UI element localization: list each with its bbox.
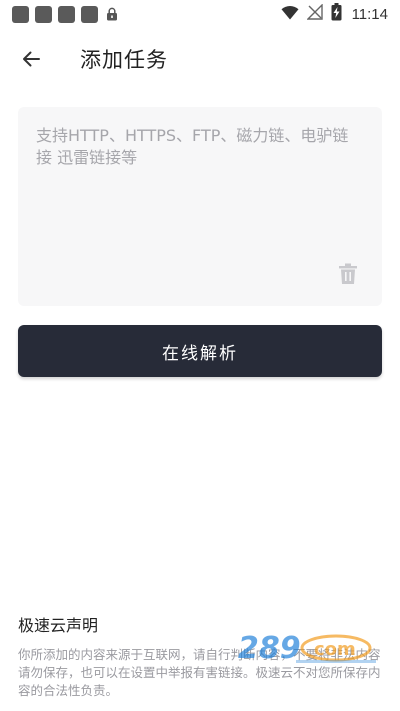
status-time: 11:14 xyxy=(351,5,388,23)
status-system-icons: 11:14 xyxy=(281,3,388,25)
page-title: 添加任务 xyxy=(80,48,168,72)
status-bar: 11:14 xyxy=(0,0,400,28)
notification-icon xyxy=(35,5,52,23)
status-notifications xyxy=(12,5,118,23)
battery-charging-icon xyxy=(331,3,342,25)
app-bar: 添加任务 xyxy=(0,40,400,76)
disclaimer: 极速云声明 你所添加的内容来源于互联网，请自行判断内容，不要将非法内容请勿保存，… xyxy=(18,612,382,700)
url-input[interactable] xyxy=(18,107,382,257)
notification-icon xyxy=(12,5,29,23)
url-input-card xyxy=(18,107,382,306)
back-button[interactable] xyxy=(18,46,44,72)
notification-icon xyxy=(81,5,98,23)
disclaimer-title: 极速云声明 xyxy=(18,616,99,635)
add-task-screen: 11:14 添加任务 在线解析 极速云声明 你所添加的内容来源于互联网，请自行判 xyxy=(0,0,400,711)
trash-icon xyxy=(339,263,357,284)
clear-button[interactable] xyxy=(336,262,360,286)
no-signal-icon xyxy=(305,3,323,24)
lock-icon xyxy=(106,7,118,21)
notification-icon xyxy=(58,5,75,23)
arrow-left-icon xyxy=(23,51,40,67)
wifi-icon xyxy=(281,5,299,24)
disclaimer-body: 你所添加的内容来源于互联网，请自行判断内容，不要将非法内容请勿保存，也可以在设置… xyxy=(18,647,381,698)
parse-online-button[interactable]: 在线解析 xyxy=(18,325,382,377)
